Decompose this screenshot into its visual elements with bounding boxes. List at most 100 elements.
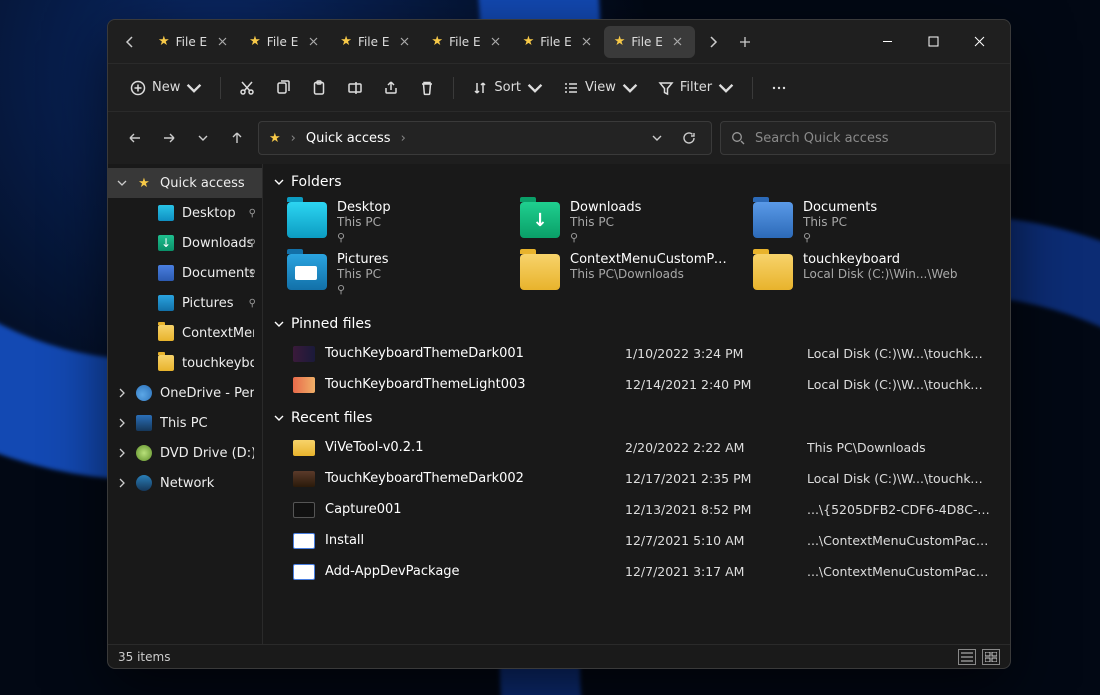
file-row[interactable]: Add-AppDevPackage 12/7/2021 3:17 AM ...\… <box>267 556 1002 587</box>
star-icon: ★ <box>614 34 626 49</box>
sidebar-item[interactable]: ★ Quick access <box>108 168 262 198</box>
expand-icon[interactable] <box>116 418 128 428</box>
view-button[interactable]: View <box>555 72 646 104</box>
group-pinned[interactable]: Pinned files <box>267 310 1002 338</box>
details-view-button[interactable] <box>958 649 976 665</box>
search-input[interactable] <box>755 131 985 146</box>
cut-button[interactable] <box>231 72 263 104</box>
tab[interactable]: ★ File E <box>330 26 421 58</box>
file-path: ...\ContextMenuCustomPackage_... <box>807 533 1002 548</box>
sidebar-item[interactable]: ContextMenuCust <box>108 318 262 348</box>
rename-button[interactable] <box>339 72 371 104</box>
pin-icon: ⚲ <box>803 231 877 244</box>
tab-scroll-right[interactable] <box>699 28 727 56</box>
address-dropdown[interactable] <box>645 126 669 150</box>
sidebar-item[interactable]: Network <box>108 468 262 498</box>
file-date: 12/7/2021 3:17 AM <box>625 564 795 579</box>
tab-close-button[interactable] <box>489 35 503 49</box>
file-thumbnail <box>293 564 315 580</box>
folder-tile[interactable]: ContextMenuCustomPac... This PC\Download… <box>520 252 745 296</box>
more-button[interactable] <box>763 72 795 104</box>
sidebar-label: Pictures <box>182 296 254 311</box>
chevron-down-icon <box>718 80 734 96</box>
folder-tile[interactable]: Desktop This PC ⚲ <box>287 200 512 244</box>
tab-label: File E <box>631 35 662 49</box>
group-label: Folders <box>291 174 342 190</box>
refresh-button[interactable] <box>677 126 701 150</box>
up-button[interactable] <box>224 125 250 151</box>
content-pane[interactable]: Folders Desktop This PC ⚲ Downloads This… <box>263 164 1010 644</box>
tab-close-button[interactable] <box>580 35 594 49</box>
expand-icon[interactable] <box>116 388 128 398</box>
pin-icon: ⚲ <box>337 283 388 296</box>
folders-grid: Desktop This PC ⚲ Downloads This PC ⚲ Do… <box>267 196 1002 310</box>
share-button[interactable] <box>375 72 407 104</box>
sidebar-item[interactable]: ↓ Downloads ⚲ <box>108 228 262 258</box>
chevron-down-icon <box>273 176 285 188</box>
tab[interactable]: ★ File E <box>239 26 330 58</box>
filter-button[interactable]: Filter <box>650 72 742 104</box>
close-button[interactable] <box>956 26 1002 58</box>
tab-close-button[interactable] <box>671 35 685 49</box>
copy-button[interactable] <box>267 72 299 104</box>
sidebar-item[interactable]: Documents ⚲ <box>108 258 262 288</box>
folder-tile[interactable]: Downloads This PC ⚲ <box>520 200 745 244</box>
group-recent[interactable]: Recent files <box>267 404 1002 432</box>
folder-tile[interactable]: Pictures This PC ⚲ <box>287 252 512 296</box>
sidebar-label: OneDrive - Personal <box>160 386 254 401</box>
sidebar-item[interactable]: OneDrive - Personal <box>108 378 262 408</box>
file-path: Local Disk (C:)\W...\touchkeyboard <box>807 471 1002 486</box>
folder-tile[interactable]: Documents This PC ⚲ <box>753 200 978 244</box>
sort-button[interactable]: Sort <box>464 72 551 104</box>
expand-icon[interactable] <box>116 448 128 458</box>
history-dropdown[interactable] <box>190 125 216 151</box>
maximize-button[interactable] <box>910 26 956 58</box>
folder-icon <box>287 254 327 290</box>
back-button[interactable] <box>122 125 148 151</box>
tab[interactable]: ★ File E <box>421 26 512 58</box>
sidebar-item[interactable]: touchkeyboard <box>108 348 262 378</box>
new-tab-button[interactable] <box>731 28 759 56</box>
sidebar-item[interactable]: Pictures ⚲ <box>108 288 262 318</box>
net-icon <box>136 475 152 491</box>
folder-name: Desktop <box>337 200 391 215</box>
tab[interactable]: ★ File E <box>604 26 695 58</box>
sidebar-item[interactable]: This PC <box>108 408 262 438</box>
tab-scroll-left[interactable] <box>116 28 144 56</box>
minimize-button[interactable] <box>864 26 910 58</box>
sidebar-item[interactable]: DVD Drive (D:) CCCO <box>108 438 262 468</box>
folder-location: This PC\Downloads <box>570 267 730 281</box>
file-row[interactable]: TouchKeyboardThemeDark002 12/17/2021 2:3… <box>267 463 1002 494</box>
expand-icon[interactable] <box>116 478 128 488</box>
thumbnails-view-button[interactable] <box>982 649 1000 665</box>
expand-icon[interactable] <box>116 178 128 188</box>
file-row[interactable]: TouchKeyboardThemeLight003 12/14/2021 2:… <box>267 369 1002 400</box>
address-bar[interactable]: ★ › Quick access › <box>258 121 712 155</box>
trash-icon <box>419 80 435 96</box>
file-row[interactable]: Capture001 12/13/2021 8:52 PM ...\{5205D… <box>267 494 1002 525</box>
sort-icon <box>472 80 488 96</box>
search-box[interactable] <box>720 121 996 155</box>
sidebar-label: touchkeyboard <box>182 356 254 371</box>
group-folders[interactable]: Folders <box>267 168 1002 196</box>
sidebar-label: This PC <box>160 416 254 431</box>
file-path: Local Disk (C:)\W...\touchkeyboard <box>807 377 1002 392</box>
file-row[interactable]: TouchKeyboardThemeDark001 1/10/2022 3:24… <box>267 338 1002 369</box>
new-button[interactable]: New <box>122 72 210 104</box>
folder-icon <box>753 254 793 290</box>
desktop-icon <box>158 205 174 221</box>
sidebar-item[interactable]: Desktop ⚲ <box>108 198 262 228</box>
file-row[interactable]: Install 12/7/2021 5:10 AM ...\ContextMen… <box>267 525 1002 556</box>
sort-label: Sort <box>494 80 521 95</box>
forward-button[interactable] <box>156 125 182 151</box>
delete-button[interactable] <box>411 72 443 104</box>
tab-close-button[interactable] <box>397 35 411 49</box>
file-row[interactable]: ViVeTool-v0.2.1 2/20/2022 2:22 AM This P… <box>267 432 1002 463</box>
tab[interactable]: ★ File E <box>148 26 239 58</box>
folder-tile[interactable]: touchkeyboard Local Disk (C:)\Win...\Web <box>753 252 978 296</box>
tab[interactable]: ★ File E <box>513 26 604 58</box>
breadcrumb-root[interactable]: Quick access <box>306 131 391 146</box>
tab-close-button[interactable] <box>215 35 229 49</box>
tab-close-button[interactable] <box>306 35 320 49</box>
paste-button[interactable] <box>303 72 335 104</box>
